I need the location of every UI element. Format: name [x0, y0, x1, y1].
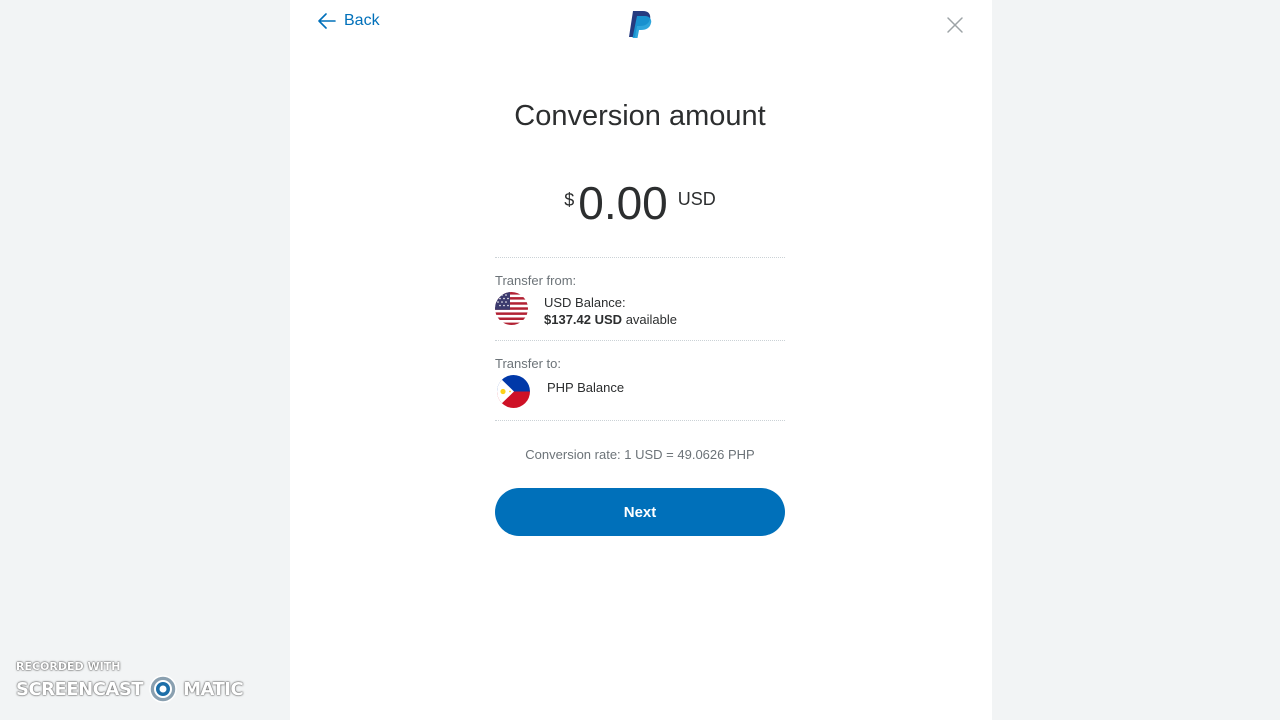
- currency-symbol: $: [564, 190, 575, 210]
- back-button[interactable]: Back: [318, 8, 380, 34]
- watermark-brand-right: MATIC: [183, 678, 244, 700]
- close-icon[interactable]: [944, 14, 966, 36]
- divider: [495, 340, 785, 341]
- watermark-brand: SCREENCAST MATIC: [16, 675, 244, 703]
- available-suffix: available: [625, 312, 678, 327]
- screen: Back Conversion amount $ 0.00 USD Transf…: [0, 0, 1280, 720]
- transfer-to-label: Transfer to:: [495, 356, 561, 371]
- conversion-rate: Conversion rate: 1 USD = 49.0626 PHP: [525, 447, 755, 462]
- divider: [495, 257, 785, 258]
- transfer-from-account-name: USD Balance:: [544, 295, 626, 310]
- ph-flag-icon: [497, 375, 530, 408]
- watermark-brand-left: SCREENCAST: [16, 678, 144, 700]
- screencast-logo-icon: [149, 675, 177, 703]
- amount-value: 0.00: [578, 177, 668, 229]
- screencast-watermark: RECORDED WITH SCREENCAST MATIC: [16, 660, 244, 703]
- currency-code: USD: [677, 189, 716, 209]
- us-flag-icon: [495, 292, 528, 325]
- available-amount: $137.42 USD: [544, 312, 623, 327]
- transfer-to-account-name: PHP Balance: [547, 380, 625, 395]
- arrow-left-icon: [318, 13, 336, 29]
- transfer-from-available: $137.42 USD available: [544, 312, 677, 327]
- amount-input[interactable]: $ 0.00 USD: [495, 176, 785, 232]
- watermark-recorded-with: RECORDED WITH: [16, 660, 121, 673]
- transfer-from-label: Transfer from:: [495, 273, 577, 288]
- next-button[interactable]: Next: [495, 488, 785, 536]
- divider: [495, 420, 785, 421]
- back-label: Back: [344, 12, 380, 29]
- page-title: Conversion amount: [514, 100, 766, 132]
- paypal-logo-icon: [629, 11, 652, 38]
